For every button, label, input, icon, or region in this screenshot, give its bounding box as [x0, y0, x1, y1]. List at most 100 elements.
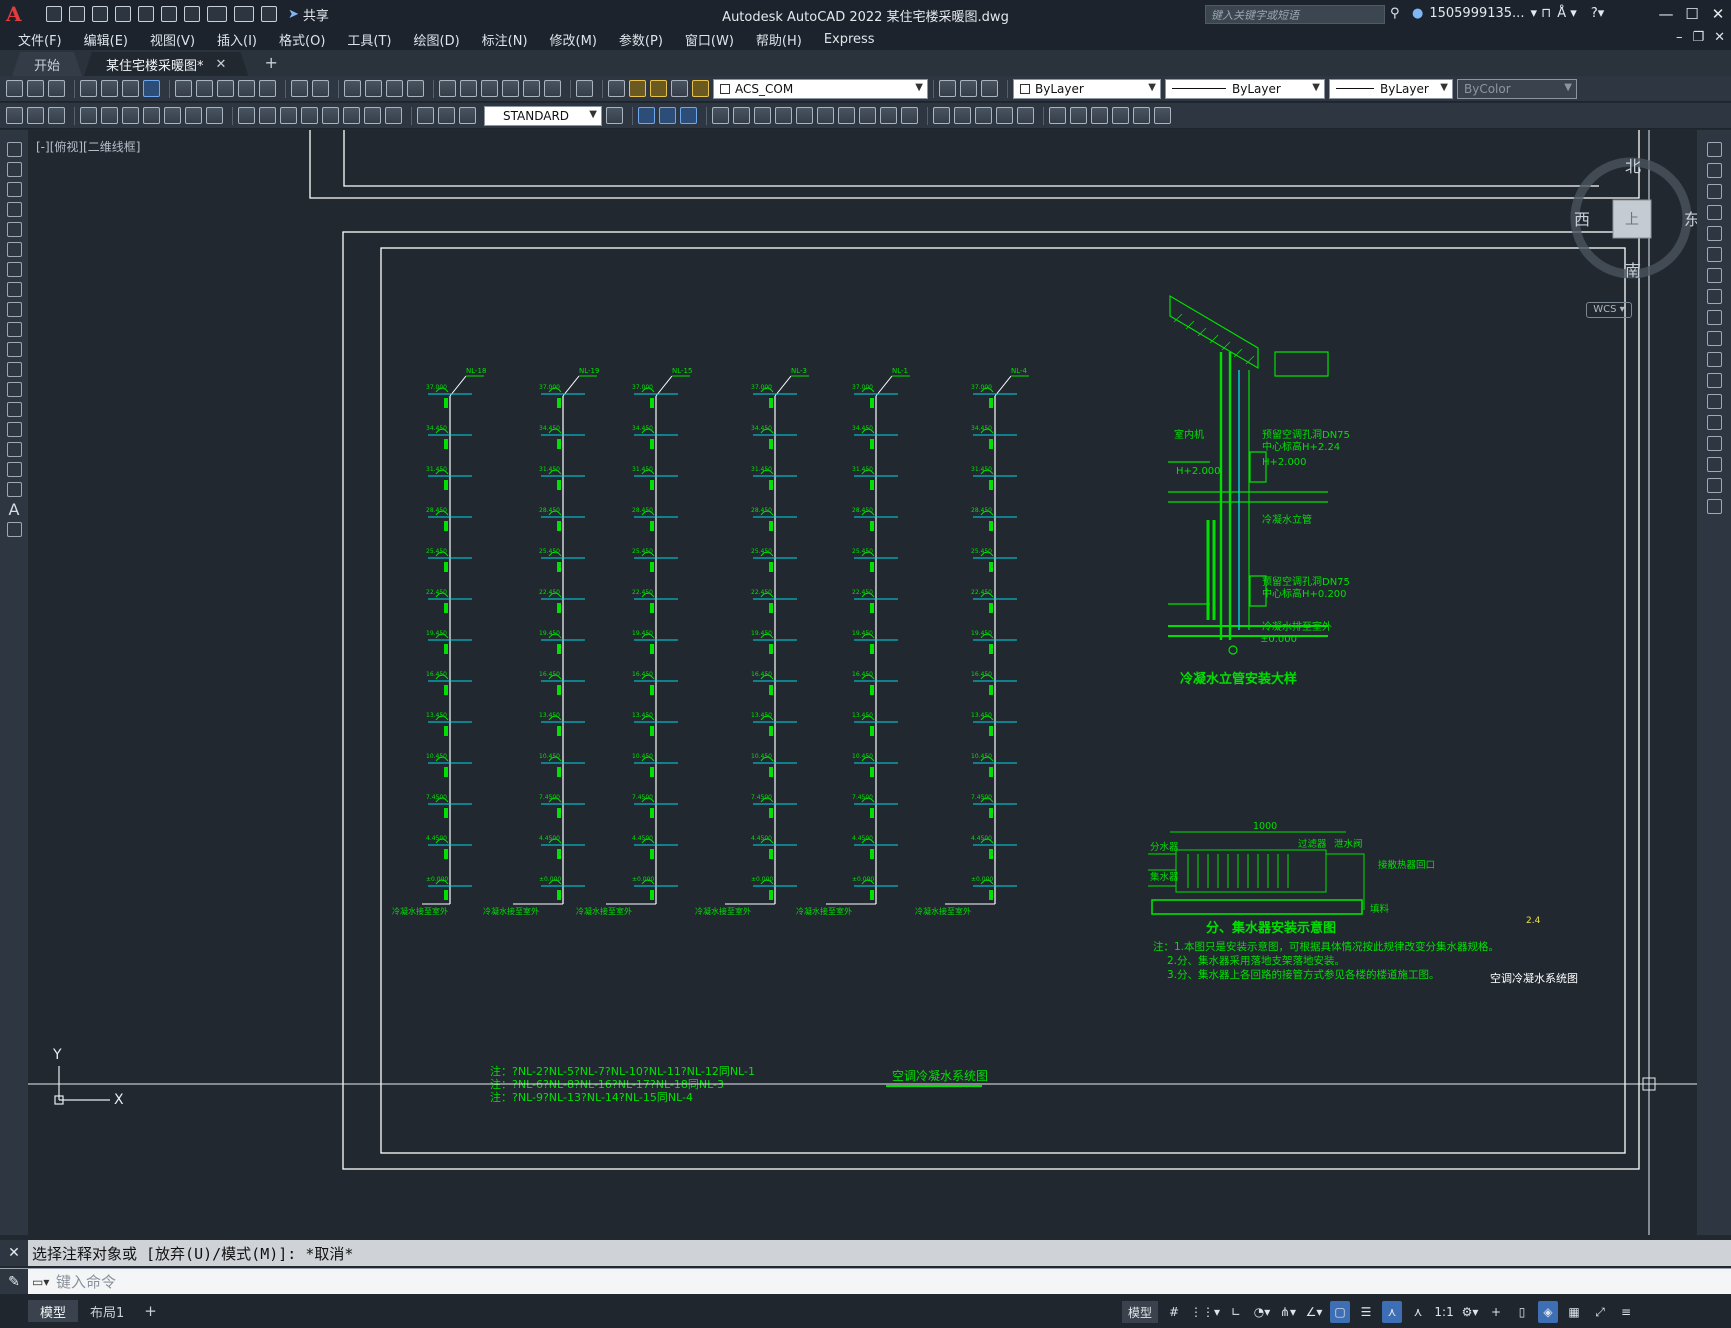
arc-icon[interactable]	[6, 242, 22, 257]
annotation-autoscale-icon[interactable]: ⋏	[1408, 1301, 1428, 1323]
modify-array-icon[interactable]	[680, 107, 697, 124]
wcs-menu[interactable]: WCS ▾	[1586, 302, 1632, 318]
autocad-logo-icon[interactable]: A	[6, 3, 28, 25]
menu-tools[interactable]: 工具(T)	[347, 30, 391, 49]
object-snap-tracking-icon[interactable]: ∠▾	[1304, 1301, 1324, 1323]
break-icon[interactable]	[880, 107, 897, 124]
a360-icon[interactable]: Å ▾	[1557, 6, 1577, 21]
frames-icon[interactable]	[1133, 107, 1150, 124]
scale-icon[interactable]	[796, 107, 813, 124]
explode-icon[interactable]	[1706, 499, 1722, 514]
layer-previous-icon[interactable]	[960, 80, 977, 97]
revcloud-icon[interactable]	[6, 282, 22, 297]
dim-style-icon[interactable]	[6, 107, 23, 124]
tab-drawing[interactable]: 某住宅楼采暖图* ✕	[84, 52, 248, 76]
tab-close-icon[interactable]: ✕	[216, 57, 227, 72]
paste-icon[interactable]	[217, 80, 234, 97]
layer-lock-icon[interactable]	[692, 80, 709, 97]
hardware-acceleration-icon[interactable]: ▦	[1564, 1301, 1584, 1323]
tool-palettes-icon[interactable]	[481, 80, 498, 97]
lineweight-icon[interactable]: ☰	[1356, 1301, 1376, 1323]
rotate-icon[interactable]	[1706, 268, 1722, 283]
spline-icon[interactable]	[6, 302, 22, 317]
scale-icon[interactable]	[1706, 289, 1722, 304]
menu-express[interactable]: Express	[824, 32, 875, 47]
osnap-icon[interactable]: ▢	[1330, 1301, 1351, 1323]
menu-parametric[interactable]: 参数(P)	[619, 30, 663, 49]
annotation-scale-select[interactable]: 1:1	[1434, 1301, 1454, 1323]
inspection-icon[interactable]	[364, 107, 381, 124]
zoom-realtime-icon[interactable]	[365, 80, 382, 97]
linetype-select[interactable]: ByLayer ▼	[1165, 78, 1325, 99]
table-icon[interactable]	[6, 482, 22, 497]
grid-icon[interactable]: #	[1164, 1301, 1184, 1323]
adjust-icon[interactable]	[1112, 107, 1129, 124]
maximize-icon[interactable]: ☐	[1679, 0, 1705, 28]
attach-icon[interactable]	[1070, 107, 1087, 124]
region-icon[interactable]	[6, 462, 22, 477]
layout-tab-layout1[interactable]: 布局1	[78, 1300, 136, 1322]
compass-east[interactable]: 东	[1684, 210, 1697, 229]
sheet-set-icon[interactable]	[502, 80, 519, 97]
annotation-visibility-icon[interactable]: ⋏	[1382, 1301, 1403, 1323]
fillet-icon[interactable]	[954, 107, 971, 124]
erase-icon[interactable]	[1706, 142, 1722, 157]
layer-on-icon[interactable]	[629, 80, 646, 97]
ortho-icon[interactable]: ∟	[1226, 1301, 1246, 1323]
pan-icon[interactable]	[344, 80, 361, 97]
design-center-icon[interactable]	[460, 80, 477, 97]
insert-block-icon[interactable]	[1049, 107, 1066, 124]
new-tab-icon[interactable]: +	[264, 53, 277, 72]
underlay-icon[interactable]	[1154, 107, 1171, 124]
properties-icon[interactable]	[439, 80, 456, 97]
layer-select[interactable]: ACS_COM ▼	[713, 78, 928, 99]
menu-insert[interactable]: 插入(I)	[217, 30, 257, 49]
erase-icon[interactable]	[712, 107, 729, 124]
blend-curves-icon[interactable]	[1706, 478, 1722, 493]
break-icon[interactable]	[1706, 394, 1722, 409]
plot-icon[interactable]	[80, 80, 97, 97]
qat-dropdown-icon[interactable]	[261, 6, 277, 22]
color-select[interactable]: ByLayer ▼	[1013, 78, 1161, 99]
mtext-icon[interactable]: A	[7, 502, 22, 518]
search-icon[interactable]: ⚲	[1390, 6, 1400, 21]
undo-icon[interactable]	[207, 6, 227, 22]
isodraft-icon[interactable]: ⋔▾	[1278, 1301, 1298, 1323]
redo-icon[interactable]	[234, 6, 254, 22]
save-icon[interactable]	[92, 6, 108, 22]
quick-dim-icon[interactable]	[27, 107, 44, 124]
match-properties-icon[interactable]	[238, 80, 255, 97]
redo-icon[interactable]	[312, 80, 329, 97]
help-icon[interactable]: ?▾	[1591, 6, 1604, 21]
zoom-previous-icon[interactable]	[407, 80, 424, 97]
rectangle-icon[interactable]	[6, 222, 22, 237]
offset-icon[interactable]	[1706, 205, 1722, 220]
publish-icon[interactable]	[138, 6, 154, 22]
menu-modify[interactable]: 修改(M)	[550, 30, 597, 49]
add-layout-icon[interactable]: +	[144, 1302, 157, 1320]
copy-object-icon[interactable]	[1706, 163, 1722, 178]
import-icon[interactable]	[161, 6, 177, 22]
copy-icon[interactable]	[196, 80, 213, 97]
dim-aligned-icon[interactable]	[80, 107, 97, 124]
point-icon[interactable]	[6, 402, 22, 417]
saveas-icon[interactable]	[115, 6, 131, 22]
blend-icon[interactable]	[996, 107, 1013, 124]
menu-file[interactable]: 文件(F)	[18, 30, 62, 49]
plus-icon[interactable]: +	[1486, 1301, 1506, 1323]
customize-icon[interactable]: ≡	[1616, 1301, 1636, 1323]
model-space-button[interactable]: 模型	[1122, 1301, 1159, 1323]
hatch-icon[interactable]	[6, 422, 22, 437]
construction-line-icon[interactable]	[6, 162, 22, 177]
lineweight-select[interactable]: ByLayer ▼	[1329, 78, 1453, 99]
gradient-icon[interactable]	[6, 442, 22, 457]
isolate-objects-icon[interactable]: ◈	[1538, 1301, 1559, 1323]
polyline-icon[interactable]	[6, 182, 22, 197]
close-icon[interactable]: ✕	[1705, 0, 1731, 28]
command-input[interactable]	[56, 1272, 1656, 1291]
new-icon[interactable]	[46, 6, 62, 22]
jogged-linear-icon[interactable]	[385, 107, 402, 124]
insert-block-icon[interactable]	[6, 362, 22, 377]
ellipse-icon[interactable]	[6, 322, 22, 337]
dim-radius-icon[interactable]	[143, 107, 160, 124]
